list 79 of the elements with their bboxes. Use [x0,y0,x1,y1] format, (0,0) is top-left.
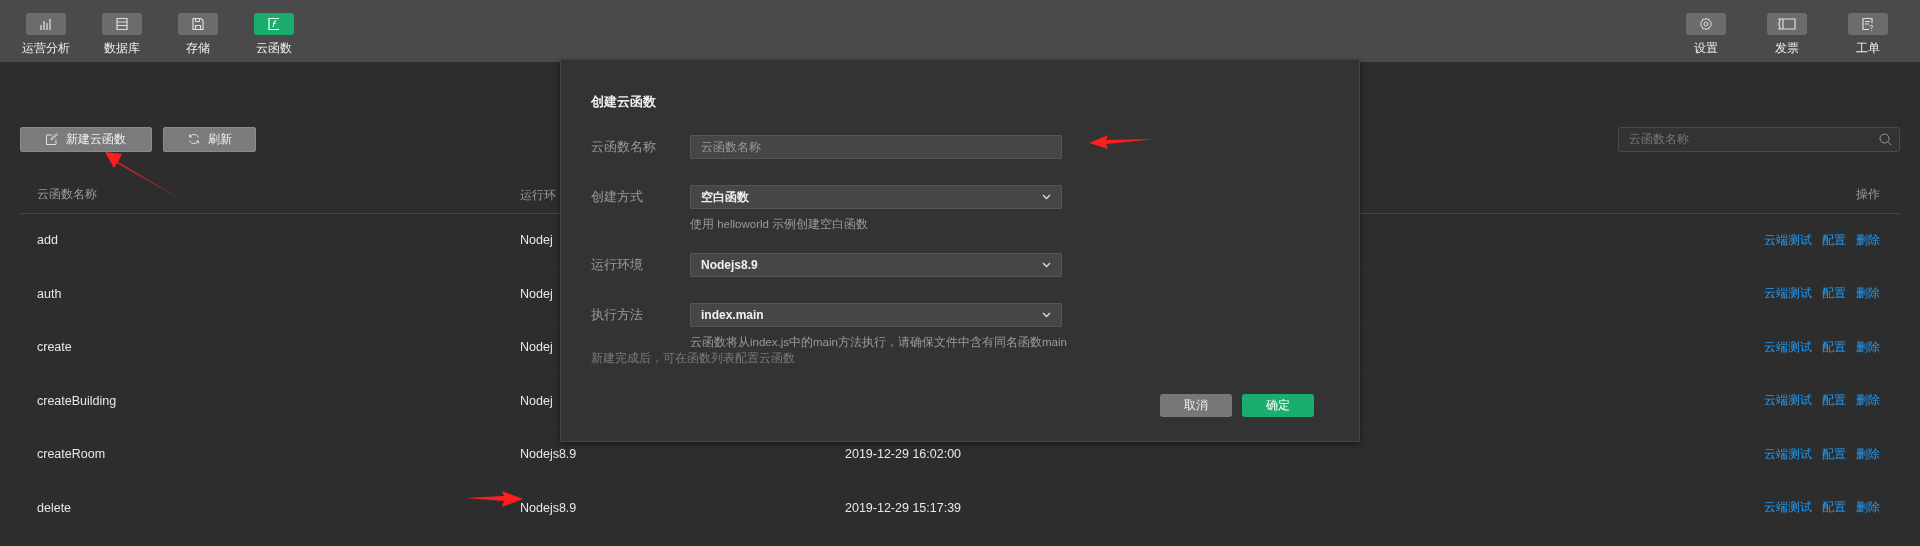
action-link[interactable]: 配置 [1822,338,1846,356]
field-hint: 云函数将从index.js中的main方法执行，请确保文件中含有同名函数main [690,335,1067,349]
cancel-button[interactable]: 取消 [1160,394,1232,417]
field-label: 创建方式 [591,189,644,206]
runtime-cell: Nodej [520,286,553,301]
dropdown[interactable]: Nodejs8.9 [690,253,1062,277]
action-link[interactable]: 配置 [1822,392,1846,410]
action-link[interactable]: 删除 [1856,499,1880,517]
function-name: add [37,233,59,248]
dialog-note: 新建完成后，可在函数列表配置云函数 [591,351,796,365]
search-icon [1879,132,1892,146]
action-link[interactable]: 配置 [1822,499,1846,517]
nav-button[interactable] [1767,13,1807,35]
function-name: createBuilding [37,393,118,408]
action-link[interactable]: 云端测试 [1764,499,1812,517]
column-header: 运行环 [520,188,556,202]
runtime-cell: Nodej [520,393,553,408]
runtime-cell: Nodej [520,340,553,355]
toolbar-button[interactable]: 新建云函数 [20,126,152,152]
function-name: create [37,340,73,355]
nav-button[interactable] [1848,13,1888,35]
nav-label: 云函数 [256,40,292,57]
nav-button[interactable] [1686,13,1726,35]
field-label: 云函数名称 [591,139,657,156]
confirm-button[interactable]: 确定 [1242,394,1314,417]
list-icon [115,17,129,31]
column-header: 操作 [1856,186,1880,203]
settings-icon [1699,17,1713,31]
name-input[interactable]: 云函数名称 [690,135,1062,159]
toolbar-button[interactable]: 刷新 [163,126,256,152]
nav-tab[interactable] [178,13,218,35]
action-link[interactable]: 云端测试 [1764,231,1812,249]
column-header: 云函数名称 [37,186,98,203]
function-name: auth [37,286,63,301]
function-name: delete [37,500,73,515]
nav-label: 设置 [1694,40,1718,57]
refresh-icon [187,133,200,145]
field-hint: 使用 helloworld 示例创建空白函数 [690,217,869,231]
runtime-cell: Nodejs8.9 [520,447,577,462]
ticket-icon [1778,18,1796,30]
nav-label: 工单 [1856,40,1880,57]
action-link[interactable]: 云端测试 [1764,338,1812,356]
chevron-icon [1042,194,1051,200]
action-link[interactable]: 配置 [1822,445,1846,463]
nav-tab[interactable] [254,13,294,35]
action-link[interactable]: 删除 [1856,445,1880,463]
function-name: createRoom [37,447,107,462]
chevron-icon [1042,262,1051,268]
nav-tab[interactable] [26,13,66,35]
field-label: 运行环境 [591,257,644,274]
action-link[interactable]: 配置 [1822,231,1846,249]
floppy-icon [191,17,205,31]
date-cell: 2019-12-29 16:02:00 [845,447,962,462]
action-link[interactable]: 删除 [1856,392,1880,410]
nav-tab[interactable] [102,13,142,35]
field-label: 执行方法 [591,307,644,324]
runtime-cell: Nodej [520,233,553,248]
date-cell: 2019-12-29 15:17:39 [845,500,962,515]
nav-label: 发票 [1775,40,1799,57]
document-icon [1861,17,1875,31]
action-link[interactable]: 云端测试 [1764,392,1812,410]
runtime-cell: Nodejs8.9 [520,500,577,515]
search-field[interactable]: 云函数名称 [1618,126,1900,152]
action-link[interactable]: 删除 [1856,231,1880,249]
function-icon [267,17,281,31]
nav-label: 数据库 [104,40,140,57]
action-link[interactable]: 云端测试 [1764,285,1812,303]
nav-label: 运营分析 [22,40,70,57]
action-link[interactable]: 删除 [1856,338,1880,356]
action-link[interactable]: 删除 [1856,285,1880,303]
edit-icon [46,133,58,145]
dropdown[interactable]: index.main [690,303,1062,327]
nav-label: 存储 [186,40,210,57]
dropdown[interactable]: 空白函数 [690,185,1062,209]
action-link[interactable]: 配置 [1822,285,1846,303]
chevron-icon [1042,312,1051,318]
chart-icon [39,17,53,31]
action-link[interactable]: 云端测试 [1764,445,1812,463]
dialog-title: 创建云函数 [591,94,657,111]
